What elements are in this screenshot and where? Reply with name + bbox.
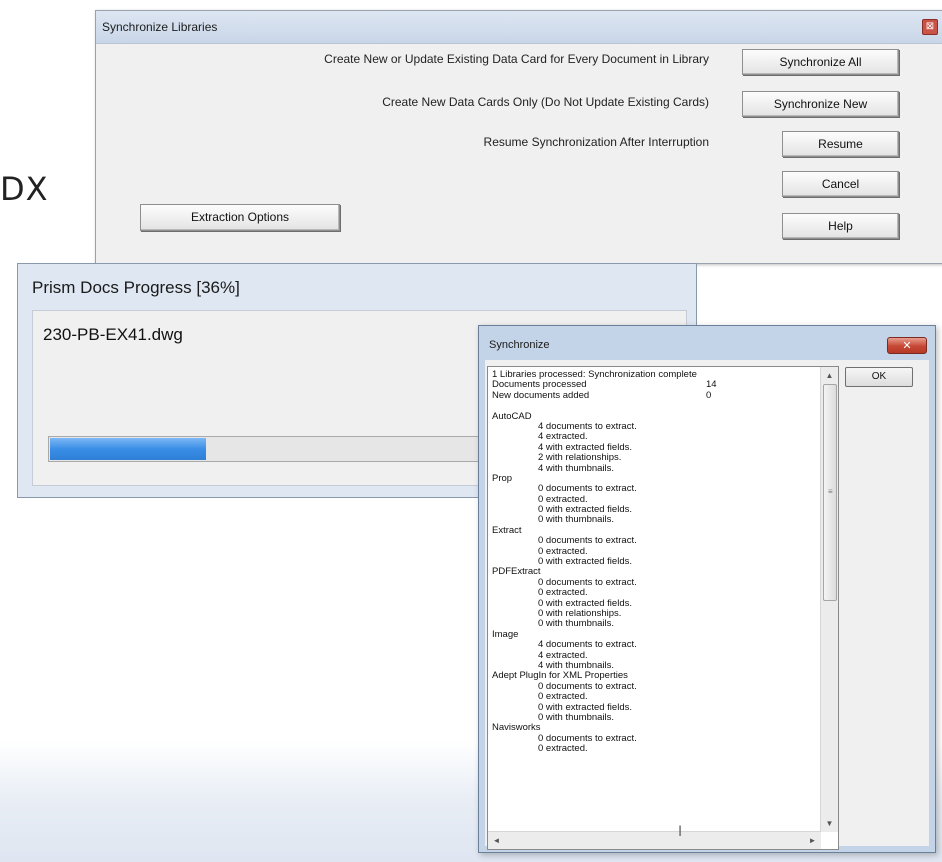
log-line-text: 0 documents to extract. [538,535,637,547]
log-line-text: 0 documents to extract. [538,483,637,495]
log-line-text: 0 extracted. [538,691,588,703]
grip-icon: ≡ [828,487,833,496]
scrollbar-thumb[interactable]: ≡ [823,384,837,601]
text-cursor-icon: I [678,824,683,840]
close-icon[interactable]: ✕ [887,337,927,354]
log-line-text: 1 Libraries processed: Synchronization c… [492,369,697,380]
synchronize-titlebar: Synchronize ✕ [479,326,935,360]
scroll-right-icon[interactable]: ► [804,832,821,849]
log-line-text: 2 with relationships. [538,452,622,464]
synchronize-all-description: Create New or Update Existing Data Card … [324,52,709,66]
log-line-text: 4 with thumbnails. [538,659,615,671]
log-line-text: 0 with thumbnails. [538,618,615,630]
log-line-text: 0 with extracted fields. [538,597,632,609]
scroll-up-icon[interactable]: ▲ [821,367,838,384]
resume-button[interactable]: Resume [782,131,899,157]
horizontal-scrollbar[interactable]: ◄ ► [488,831,821,849]
log-line-text: AutoCAD [492,410,532,422]
log-line-text: 4 with extracted fields. [538,441,632,453]
log-line-text: 0 with extracted fields. [538,701,632,713]
close-icon[interactable]: ⊠ [922,19,938,35]
scroll-down-icon[interactable]: ▼ [821,815,838,832]
log-line-text: 0 extracted. [538,545,588,557]
synchronize-new-description: Create New Data Cards Only (Do Not Updat… [382,95,709,109]
background-text-fragment: DX [0,170,49,208]
vertical-scrollbar[interactable]: ▲ ≡ ▼ [820,367,838,832]
log-line-text: 0 documents to extract. [538,680,637,692]
log-line-text: 4 documents to extract. [538,420,637,432]
log-line-text: 4 documents to extract. [538,639,637,651]
current-file-name: 230-PB-EX41.dwg [43,325,183,344]
ok-button[interactable]: OK [845,367,913,387]
log-line-text: Adept PlugIn for XML Properties [492,670,628,682]
log-line-text: 0 with extracted fields. [538,504,632,516]
log-line-text: 0 documents to extract. [538,732,637,744]
log-line: 0 extracted. [492,743,817,755]
progress-titlebar: Prism Docs Progress [36%] [18,264,696,309]
log-line-text: 0 documents to extract. [538,576,637,588]
synchronize-all-button[interactable]: Synchronize All [742,49,899,75]
log-line: 4 with thumbnails. [492,462,817,474]
synchronize-title: Synchronize [489,339,550,351]
progress-bar-fill [50,438,206,460]
log-line-text: 0 extracted. [538,493,588,505]
log-line-text: 0 with thumbnails. [538,711,615,723]
log-line-text: 0 extracted. [538,743,588,755]
log-line: 0 with thumbnails. [492,619,817,629]
dialog-titlebar: Synchronize Libraries ⊠ [96,11,942,44]
log-line-text: Extract [492,524,522,536]
log-line-text: Prop [492,472,513,484]
log-line-text: PDFExtract [492,566,541,578]
synchronize-libraries-dialog: Synchronize Libraries ⊠ Create New or Up… [95,10,942,264]
progress-title: Prism Docs Progress [36%] [32,278,240,297]
synchronize-dialog: Synchronize ✕ 1 Libraries processed: Syn… [478,325,936,853]
log-line-text: 4 with thumbnails. [538,462,615,474]
log-line-text: New documents added [492,389,590,401]
log-line-text: Navisworks [492,722,541,734]
synchronize-log[interactable]: 1 Libraries processed: Synchronization c… [487,366,839,850]
log-line-text: 0 with extracted fields. [538,556,632,568]
help-button[interactable]: Help [782,213,899,239]
resume-description: Resume Synchronization After Interruptio… [483,135,709,149]
log-line-text: Image [492,628,519,640]
log-line-text: Documents processed [492,379,587,391]
extraction-options-button[interactable]: Extraction Options [140,204,340,231]
scroll-left-icon[interactable]: ◄ [488,832,505,849]
synchronize-client-area: 1 Libraries processed: Synchronization c… [485,360,929,850]
dialog-title: Synchronize Libraries [102,20,218,34]
log-line-text: 4 extracted. [538,431,588,443]
log-line-text: 0 extracted. [538,587,588,599]
log-line: 0 with thumbnails. [492,515,817,525]
synchronize-new-button[interactable]: Synchronize New [742,91,899,117]
log-line-text: 0 with thumbnails. [538,514,615,526]
log-line-text: 4 extracted. [538,649,588,661]
log-lines: 1 Libraries processed: Synchronization c… [492,369,817,755]
log-line-value: 0 [706,389,712,401]
progress-bar [48,436,488,462]
log-line: New documents added 0 [492,389,817,401]
cancel-button[interactable]: Cancel [782,171,899,197]
log-line-text: 0 with relationships. [538,607,622,619]
